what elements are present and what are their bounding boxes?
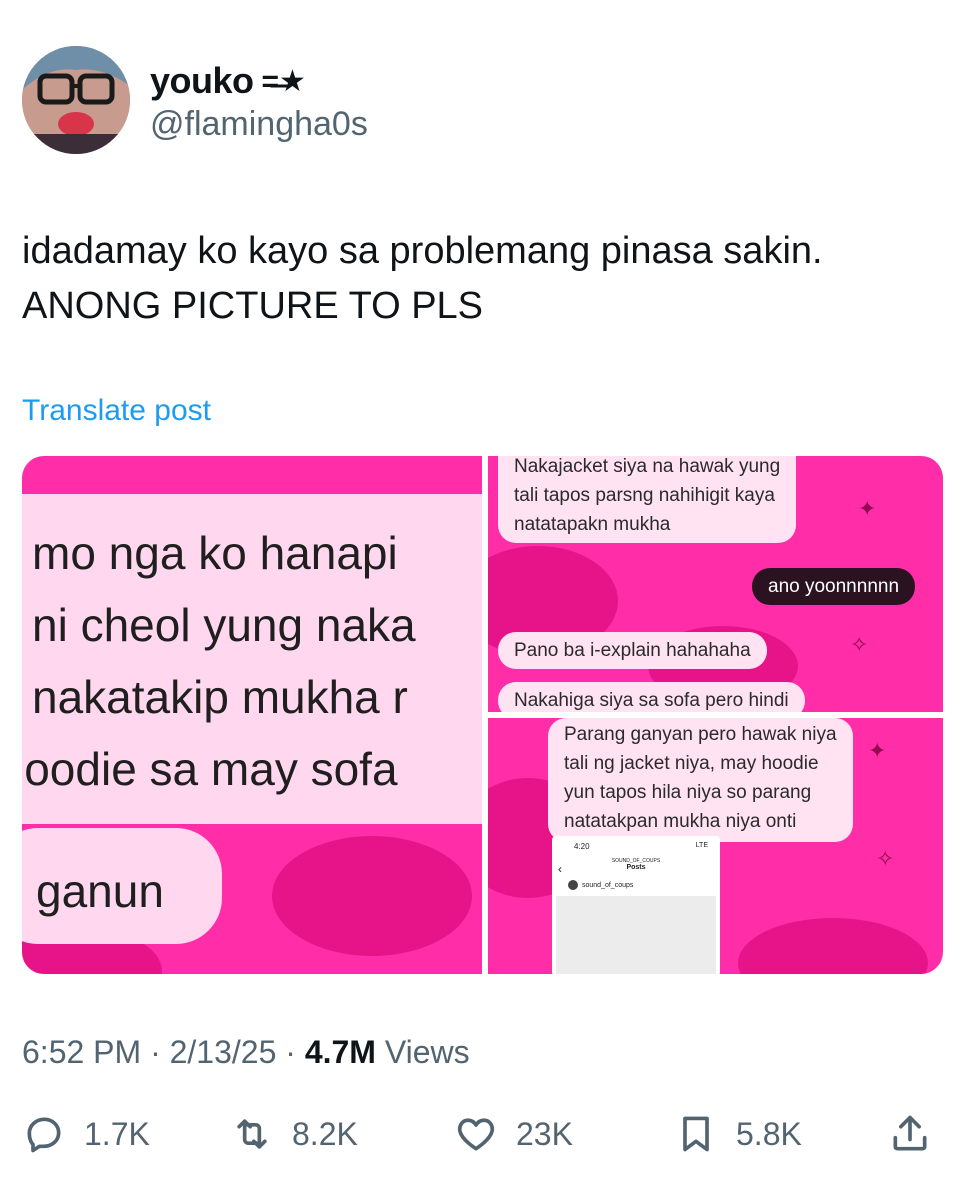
media-image-bottom-right[interactable]: ✦ ✧ Parang ganyan pero hawak niya tali n… [488, 718, 943, 974]
phone-post-image [556, 896, 716, 974]
bookmark-button[interactable]: 5.8K [674, 1112, 802, 1156]
message-line: ioodie sa may sofa [22, 743, 398, 795]
phone-title: Posts [626, 864, 646, 871]
chat-bubble: Nakajacket siya na hawak yung tali tapos… [498, 456, 797, 543]
phone-username: sound_of_coups [582, 881, 634, 889]
sparkle-icon: ✦ [858, 496, 877, 521]
reply-text: ganun [36, 865, 164, 917]
share-button[interactable] [888, 1112, 932, 1156]
display-name[interactable]: youko [150, 60, 254, 102]
tweet-text-line: ANONG PICTURE TO PLS [22, 285, 484, 327]
chat-line: Nakajacket siya na hawak yung [514, 456, 781, 477]
phone-screenshot: 4:20 LTE ‹ SOUND_OF_COUPS Posts sound_of… [552, 836, 720, 974]
repost-count: 8.2K [292, 1115, 358, 1152]
author-handle[interactable]: @flamingha0s [150, 105, 368, 144]
name-decoration: =̶★ [261, 64, 306, 98]
translate-post-link[interactable]: Translate post [22, 394, 211, 428]
chat-line: natatakpan mukha niya onti [564, 811, 797, 832]
sparkle-icon: ✦ [868, 738, 887, 763]
chat-bubble: Pano ba i-explain hahahaha [498, 632, 767, 669]
share-icon [893, 1115, 927, 1151]
post-date[interactable]: 2/13/25 [170, 1034, 277, 1070]
media-image-top-right[interactable]: ✦ ✧ Nakajacket siya na hawak yung tali t… [488, 456, 943, 712]
tweet-text-line: idadamay ko kayo sa problemang pinasa sa… [22, 230, 823, 272]
media-grid[interactable]: mo nga ko hanapi ni cheol yung naka naka… [22, 456, 943, 974]
phone-header: SOUND_OF_COUPS Posts [552, 858, 720, 871]
avatar-image [22, 46, 130, 154]
chat-bubble: Nakahiga siya sa sofa pero hindi [498, 682, 805, 712]
repost-icon [237, 1119, 267, 1149]
reply-button[interactable]: 1.7K [22, 1112, 150, 1156]
post-time[interactable]: 6:52 PM [22, 1034, 141, 1070]
like-button[interactable]: 23K [454, 1112, 573, 1156]
chat-line: tali ng jacket niya, may hoodie [564, 753, 819, 774]
user-avatar-icon [568, 880, 578, 890]
like-count: 23K [516, 1115, 573, 1152]
phone-time: 4:20 [574, 842, 590, 851]
sparkle-icon: ✧ [850, 632, 869, 657]
meta-separator: · [276, 1034, 305, 1070]
post-meta: 6:52 PM · 2/13/25 · 4.7M Views [22, 1034, 470, 1071]
lips-decoration [738, 918, 928, 974]
message-line: ni cheol yung naka [32, 599, 416, 651]
chat-line: natatapakn mukha [514, 514, 671, 535]
bookmark-icon [683, 1116, 709, 1152]
avatar[interactable] [22, 46, 130, 154]
phone-status: LTE [695, 842, 708, 849]
message-line: mo nga ko hanapi [32, 527, 398, 579]
message-line: nakatakip mukha r [32, 671, 408, 723]
chat-bubble: Parang ganyan pero hawak niya tali ng ja… [548, 718, 853, 842]
action-bar: 1.7K 8.2K 23K 5.8K [22, 1112, 942, 1168]
sparkle-icon: ✧ [876, 846, 895, 871]
author-name-row[interactable]: youko =̶★ [150, 60, 306, 102]
lips-decoration [272, 836, 472, 956]
views-label: Views [375, 1034, 470, 1070]
chat-line: yun tapos hila niya so parang [564, 782, 812, 803]
heart-icon [457, 1118, 495, 1151]
bookmark-count: 5.8K [736, 1115, 802, 1152]
chat-bubble-dark: ano yoonnnnnn [752, 568, 916, 605]
media-image-left[interactable]: mo nga ko hanapi ni cheol yung naka naka… [22, 456, 482, 974]
reply-count: 1.7K [84, 1115, 150, 1152]
tweet-text: idadamay ko kayo sa problemang pinasa sa… [22, 224, 823, 334]
meta-separator: · [141, 1034, 170, 1070]
chat-line: Parang ganyan pero hawak niya [564, 724, 837, 745]
views-count: 4.7M [304, 1034, 376, 1070]
repost-button[interactable]: 8.2K [230, 1112, 358, 1156]
phone-user: sound_of_coups [568, 880, 633, 890]
reply-icon [27, 1117, 61, 1153]
chat-line: tali tapos parsng nahihigit kaya [514, 485, 775, 506]
